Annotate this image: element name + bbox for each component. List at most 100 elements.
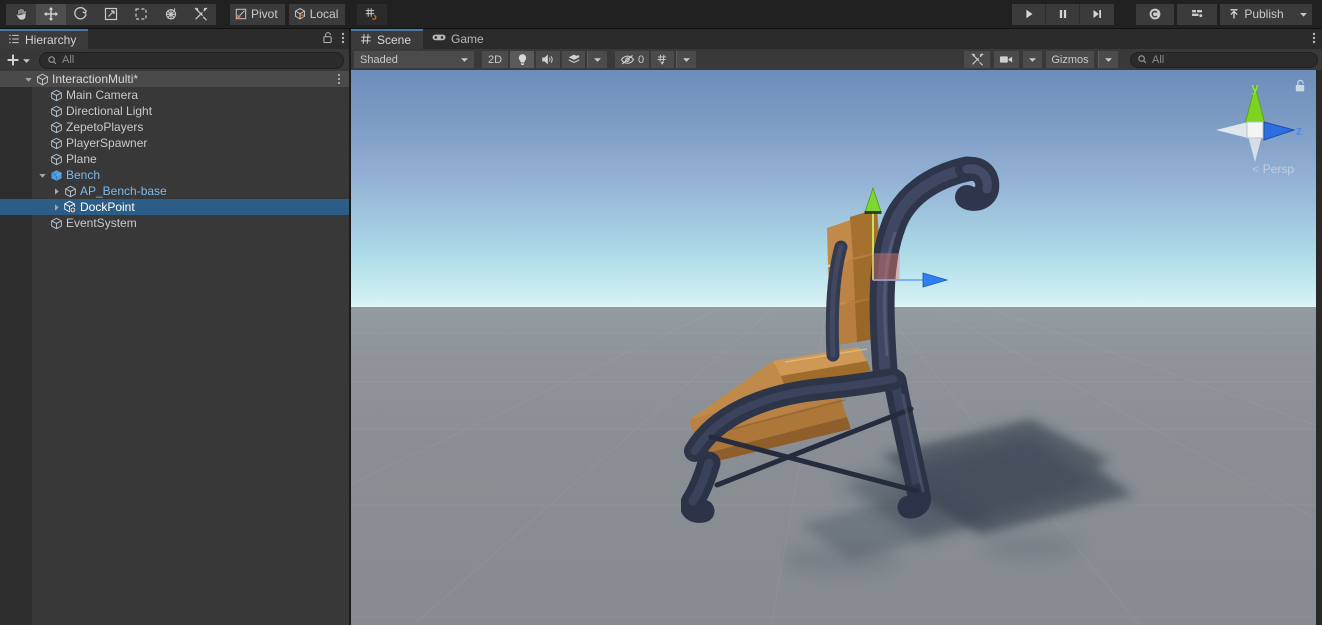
scene-search-input[interactable]: All: [1130, 51, 1318, 68]
hidden-objects-button[interactable]: 0: [615, 51, 650, 68]
expand-arrow-icon[interactable]: [22, 75, 35, 84]
scene-lighting-button[interactable]: [510, 51, 534, 68]
bench-model: [681, 156, 1000, 523]
handle-space-toggle-button[interactable]: Local: [288, 3, 346, 25]
hierarchy-item-zepetoplayers[interactable]: ZepetoPlayers: [0, 119, 349, 135]
scene-menu-icon[interactable]: [1312, 31, 1316, 48]
game-tab-label: Game: [451, 32, 484, 46]
scene-camera-dropdown[interactable]: [1023, 51, 1042, 68]
pause-button[interactable]: [1046, 3, 1080, 25]
hierarchy-tree: InteractionMulti* Main Camera Directional …: [0, 71, 349, 625]
bench-highlights: [883, 231, 925, 493]
gameobject-icon: [49, 89, 63, 102]
scene-tab-tools: [1312, 29, 1316, 49]
scene-audio-button[interactable]: [536, 51, 560, 68]
hierarchy-item-label: Bench: [66, 168, 101, 182]
scale-tool-button[interactable]: [96, 3, 126, 25]
hierarchy-tab-label: Hierarchy: [25, 33, 77, 47]
hierarchy-panel: Hierarchy All InteractionMulti* Main Cam…: [0, 29, 350, 625]
axis-label-y: y: [1251, 80, 1259, 95]
lock-icon[interactable]: [322, 31, 333, 47]
scene-grid-dropdown[interactable]: [676, 51, 697, 68]
scene-viewport[interactable]: y z < Persp: [351, 70, 1316, 625]
hierarchy-item-interactionmulti[interactable]: InteractionMulti*: [0, 71, 349, 87]
hierarchy-row-list: InteractionMulti* Main Camera Directional …: [0, 71, 349, 231]
grid-icon: [360, 33, 372, 48]
hand-tool-button[interactable]: [6, 3, 36, 25]
gameobject-icon: [63, 185, 77, 198]
ground-grid: [351, 307, 1316, 625]
scene-view-toolbar: Shaded 2D 0 Gizmos All: [351, 49, 1322, 70]
cloud-services-button[interactable]: [1136, 3, 1174, 25]
hierarchy-item-directional-light[interactable]: Directional Light: [0, 103, 349, 119]
gizmos-button[interactable]: Gizmos: [1046, 51, 1094, 68]
hierarchy-item-main-camera[interactable]: Main Camera: [0, 87, 349, 103]
pivot-toggle-button[interactable]: Pivot: [230, 3, 285, 25]
hierarchy-item-ap-bench-base[interactable]: AP_Bench-base: [0, 183, 349, 199]
pivot-label: Pivot: [251, 6, 278, 21]
prefab-variant-icon: [63, 200, 77, 214]
publish-button[interactable]: Publish: [1220, 3, 1294, 25]
tab-hierarchy[interactable]: Hierarchy: [0, 29, 89, 49]
scene-camera-button[interactable]: [994, 51, 1019, 68]
add-gameobject-button[interactable]: [4, 53, 33, 67]
transform-tool-button[interactable]: [156, 3, 186, 25]
bench-backrest: [827, 209, 886, 346]
tab-game[interactable]: Game: [423, 29, 496, 49]
hierarchy-menu-icon[interactable]: [341, 31, 345, 48]
expand-arrow-icon[interactable]: [50, 187, 63, 196]
expand-arrow-icon[interactable]: [50, 203, 63, 212]
gizmos-dropdown[interactable]: [1098, 51, 1118, 68]
bench-seat: [689, 347, 871, 463]
custom-editor-tool-button[interactable]: [186, 3, 216, 25]
main-toolbar: Pivot Local Publish: [0, 0, 1322, 29]
play-controls-group: [1012, 3, 1114, 25]
hierarchy-item-label: PlayerSpawner: [66, 136, 148, 150]
scene-view-axis-gizmo[interactable]: y z: [1208, 78, 1304, 198]
tab-scene[interactable]: Scene: [351, 29, 424, 49]
scene-fx-dropdown[interactable]: [587, 51, 607, 68]
hierarchy-item-label: Plane: [66, 152, 97, 166]
rotate-tool-button[interactable]: [66, 3, 96, 25]
hierarchy-item-label: EventSystem: [66, 216, 137, 230]
draw-mode-dropdown[interactable]: Shaded: [354, 51, 474, 68]
grid-snapping-button[interactable]: [357, 3, 388, 25]
move-tool-button[interactable]: [36, 3, 66, 25]
2d-toggle-button[interactable]: 2D: [482, 51, 508, 68]
hidden-objects-count: 0: [638, 53, 645, 66]
hierarchy-item-label: Main Camera: [66, 88, 139, 102]
play-button[interactable]: [1012, 3, 1046, 25]
hierarchy-item-playerspawner[interactable]: PlayerSpawner: [0, 135, 349, 151]
ground-plane: [351, 307, 1316, 625]
scene-fx-button[interactable]: [562, 51, 585, 68]
hierarchy-item-label: Directional Light: [66, 104, 153, 118]
bench-legs: [681, 368, 931, 523]
move-gizmo[interactable]: [831, 180, 951, 310]
scene-grid-button[interactable]: [651, 51, 675, 68]
expand-arrow-icon[interactable]: [36, 171, 49, 180]
projection-mode-text: Persp: [1262, 162, 1294, 176]
hierarchy-item-bench[interactable]: Bench: [0, 167, 349, 183]
scene-component-tools-button[interactable]: [964, 51, 990, 68]
publish-dropdown-button[interactable]: [1294, 3, 1312, 25]
hierarchy-item-plane[interactable]: Plane: [0, 151, 349, 167]
projection-mode-label[interactable]: < Persp: [1252, 162, 1294, 176]
axis-label-z: z: [1296, 123, 1303, 138]
publish-label: Publish: [1244, 6, 1284, 21]
scene-context-menu-icon[interactable]: [337, 71, 341, 87]
rect-tool-button[interactable]: [126, 3, 156, 25]
gameobject-icon: [49, 153, 63, 166]
scene-camera-lock-icon[interactable]: [1294, 79, 1306, 96]
draw-mode-label: Shaded: [360, 53, 398, 66]
hierarchy-search-input[interactable]: All: [39, 51, 344, 69]
gizmos-label: Gizmos: [1051, 53, 1089, 66]
prefab-icon: [49, 169, 63, 182]
transform-tools-group: [6, 3, 216, 25]
step-button[interactable]: [1080, 3, 1114, 25]
hierarchy-item-dockpoint[interactable]: DockPoint: [0, 199, 349, 215]
bench-shadow: [781, 419, 1133, 576]
hierarchy-item-eventsystem[interactable]: EventSystem: [0, 215, 349, 231]
layers-button[interactable]: [1177, 3, 1217, 25]
scene-panel: Scene Game Shaded 2D 0 Gizmos All y z < …: [351, 29, 1322, 625]
unity-editor-window: Pivot Local Publish Hierarchy All Intera…: [0, 0, 1322, 625]
